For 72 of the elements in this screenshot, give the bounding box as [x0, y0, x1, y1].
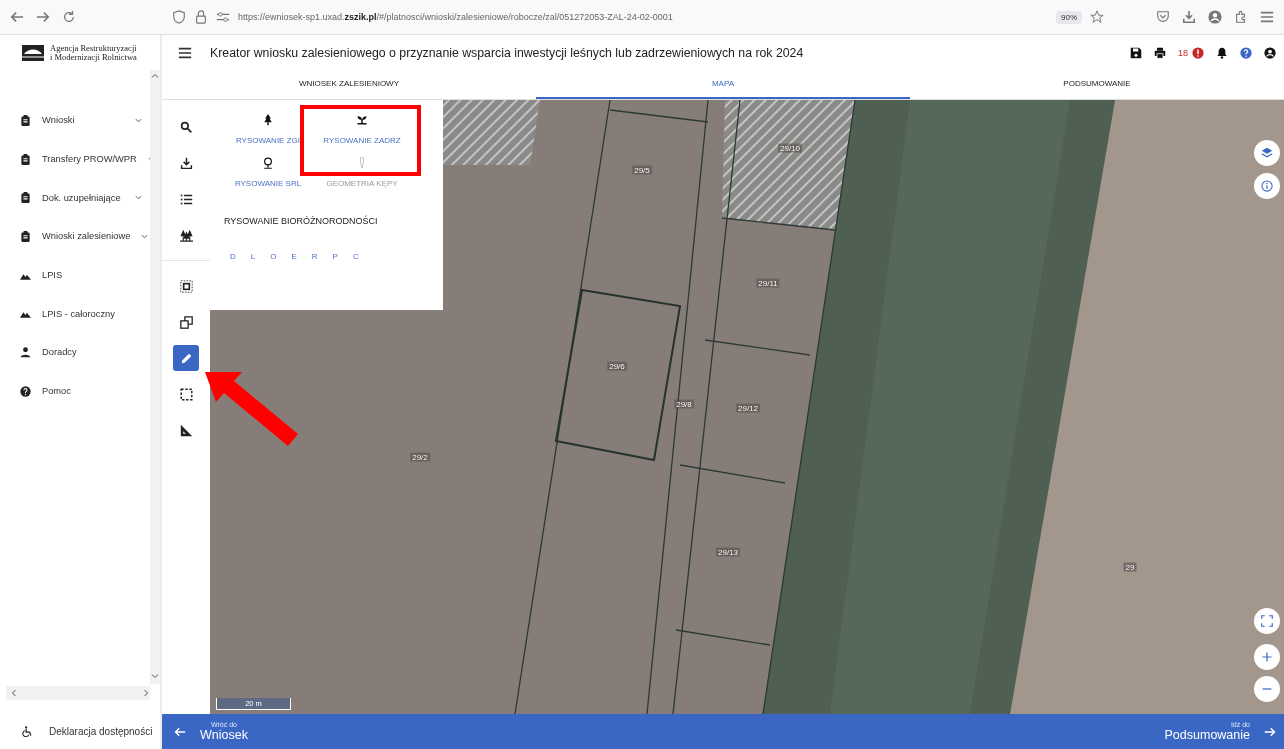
menu-icon[interactable] — [1260, 10, 1274, 24]
sidebar-item[interactable]: LPIS — [0, 255, 150, 295]
chevron-up-icon[interactable] — [151, 72, 159, 80]
fullscreen-icon — [1261, 615, 1273, 627]
lock-icon[interactable] — [194, 10, 208, 24]
menu-button[interactable] — [178, 45, 192, 60]
ruler-icon — [179, 423, 193, 437]
layers-icon — [1261, 147, 1273, 159]
alert-icon[interactable] — [1192, 46, 1204, 59]
drawing-option[interactable]: RYSOWANIE ZADRZ — [323, 114, 401, 145]
sidebar-item[interactable]: LPIS - całoroczny — [0, 294, 150, 334]
letter-option[interactable]: C — [352, 252, 359, 261]
accessibility-link[interactable]: Deklaracja dostępności — [49, 726, 153, 737]
info-icon — [1261, 180, 1273, 192]
letter-option[interactable]: D — [230, 252, 236, 261]
tree-icon — [262, 114, 274, 126]
zoom-level[interactable]: 90% — [1056, 10, 1082, 24]
download-icon[interactable] — [1182, 10, 1196, 24]
trees-icon — [179, 228, 193, 242]
letter-option[interactable]: O — [270, 252, 277, 261]
list-icon — [179, 192, 193, 206]
letter-option[interactable]: R — [311, 252, 318, 261]
pencil-icon — [179, 351, 193, 365]
page-title: Kreator wniosku zalesieniowego o przyznanie wsparcia inwestycji leśnych lub zadrzewieniowych na rok 2024 — [210, 45, 805, 60]
extensions-icon[interactable] — [1234, 10, 1248, 24]
alert-count: 18 — [1178, 47, 1188, 58]
copy-icon — [179, 315, 193, 329]
arrow-left-icon[interactable] — [10, 10, 24, 24]
download-icon — [179, 156, 193, 170]
reload-icon[interactable] — [62, 10, 76, 24]
chevron-left-icon[interactable] — [10, 689, 18, 697]
shield-icon[interactable] — [172, 10, 186, 24]
print-icon[interactable] — [1154, 46, 1166, 59]
search-icon — [179, 120, 193, 134]
logo-text: Agencja Restrukturyzacji i Modernizacji Rolnictwa — [50, 43, 137, 62]
drawing-option[interactable]: RYSOWANIE SRL — [234, 157, 302, 188]
help-icon[interactable] — [1240, 46, 1252, 59]
horizontal-scrollbar[interactable] — [6, 686, 150, 700]
account-icon[interactable] — [1264, 46, 1276, 59]
letter-option[interactable]: P — [332, 252, 338, 261]
arrow-right-icon — [1264, 725, 1276, 738]
letter-option[interactable]: L — [250, 252, 256, 261]
plus-icon — [1261, 651, 1273, 663]
star-icon[interactable] — [1090, 10, 1104, 24]
help-icon — [20, 385, 31, 397]
tree-outline-icon — [262, 157, 274, 169]
letter-option[interactable]: E — [291, 252, 297, 261]
chevron-right-icon[interactable] — [142, 689, 150, 697]
person-icon — [20, 346, 31, 358]
dashed-rect-icon — [179, 387, 193, 401]
sidebar-item[interactable]: Wnioski — [0, 101, 150, 140]
pencil-tool[interactable] — [173, 345, 199, 371]
arrow-left-icon — [174, 725, 186, 738]
logo-icon — [22, 44, 44, 61]
arrow-right-icon[interactable] — [36, 10, 50, 24]
section-title: RYSOWANIE BIORÓŻNORODNOŚCI — [224, 216, 379, 226]
select-area-icon — [179, 279, 193, 293]
clipboard-icon — [20, 230, 31, 242]
bell-icon[interactable] — [1216, 46, 1228, 59]
sprout-icon — [356, 114, 368, 126]
save-icon[interactable] — [1130, 46, 1142, 59]
address-bar-url[interactable]: https://ewniosek-sp1.uxad.zszik.pl/#/platnosci/wnioski/zalesieniowe/robocze/zal/051272053-ZAL-24-02-0001 — [238, 12, 673, 22]
sidebar-item[interactable]: Dok. uzupełniające — [0, 178, 150, 218]
sidebar-item[interactable]: Doradcy — [0, 333, 150, 372]
clipboard-icon — [20, 153, 31, 165]
sidebar-item[interactable]: Pomoc — [0, 371, 150, 411]
sidebar-item[interactable]: Wnioski zalesieniowe — [0, 217, 150, 256]
clipboard-icon — [20, 192, 31, 204]
clipboard-icon — [20, 114, 31, 126]
drawing-option[interactable]: RYSOWANIE ZGI — [236, 114, 300, 145]
chevron-down-icon[interactable] — [151, 672, 159, 680]
accessibility-icon — [22, 726, 33, 737]
